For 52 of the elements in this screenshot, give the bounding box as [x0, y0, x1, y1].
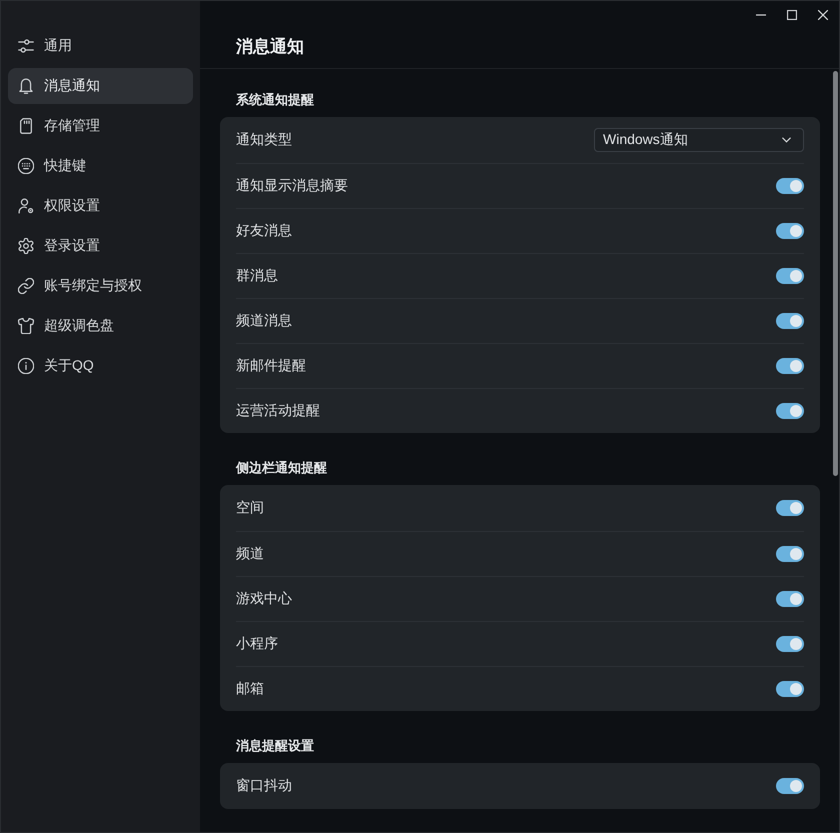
toggle-switch[interactable]: [776, 500, 804, 516]
link-icon: [18, 278, 34, 294]
section-heading: 系统通知提醒: [235, 91, 315, 109]
toggle-switch[interactable]: [776, 591, 804, 607]
setting-label: 游戏中心: [236, 590, 292, 608]
section-heading: 侧边栏通知提醒: [234, 459, 328, 477]
sidebar-item[interactable]: 快捷键: [8, 148, 193, 184]
setting-label: 群消息: [236, 267, 278, 285]
user-gear-icon: [18, 198, 34, 214]
toggle-switch[interactable]: [776, 268, 804, 284]
info-icon: [18, 358, 34, 374]
toggle-switch[interactable]: [776, 636, 804, 652]
chevron-down-icon: [782, 137, 791, 143]
toggle-switch[interactable]: [776, 223, 804, 239]
setting-label: 频道消息: [236, 312, 292, 330]
setting-label: 空间: [236, 499, 264, 517]
toggle-switch[interactable]: [776, 178, 804, 194]
setting-label: 频道: [236, 545, 264, 563]
toggle-switch[interactable]: [776, 313, 804, 329]
keyboard-icon: [18, 158, 34, 174]
close-icon: [818, 10, 828, 20]
scrollbar-thumb[interactable]: [833, 71, 838, 476]
sidebar-item[interactable]: 账号绑定与授权: [8, 268, 193, 304]
sidebar-item[interactable]: 通用: [8, 28, 193, 64]
toggle-switch[interactable]: [776, 681, 804, 697]
sliders-icon: [18, 38, 34, 54]
section-heading: 消息提醒设置: [235, 737, 315, 755]
toggle-switch[interactable]: [776, 403, 804, 419]
toggle-switch[interactable]: [776, 546, 804, 562]
setting-label: 通知类型: [236, 131, 292, 149]
memory-card-icon: [18, 118, 34, 134]
setting-label: 好友消息: [236, 222, 292, 240]
sidebar-item[interactable]: 登录设置: [8, 228, 193, 264]
t-shirt-icon: [18, 318, 34, 334]
setting-label: 邮箱: [236, 680, 264, 698]
sidebar-item[interactable]: 消息通知: [8, 68, 193, 104]
sidebar-item[interactable]: 关于QQ: [8, 348, 193, 384]
sidebar-item[interactable]: 存储管理: [8, 108, 193, 144]
page-title: 消息通知: [235, 36, 305, 58]
setting-label: 运营活动提醒: [236, 402, 320, 420]
toggle-switch[interactable]: [776, 778, 804, 794]
toggle-switch[interactable]: [776, 358, 804, 374]
sidebar-item[interactable]: 超级调色盘: [8, 308, 193, 344]
setting-label: 小程序: [236, 635, 278, 653]
setting-label: 窗口抖动: [236, 777, 292, 795]
setting-label: 新邮件提醒: [236, 357, 306, 375]
setting-label: 通知显示消息摘要: [236, 177, 348, 195]
bell-icon: [18, 78, 34, 94]
sidebar-item[interactable]: 权限设置: [8, 188, 193, 224]
notification-type-dropdown[interactable]: Windows通知: [594, 128, 804, 152]
settings-icon: [18, 238, 34, 254]
maximize-icon: [786, 10, 796, 20]
